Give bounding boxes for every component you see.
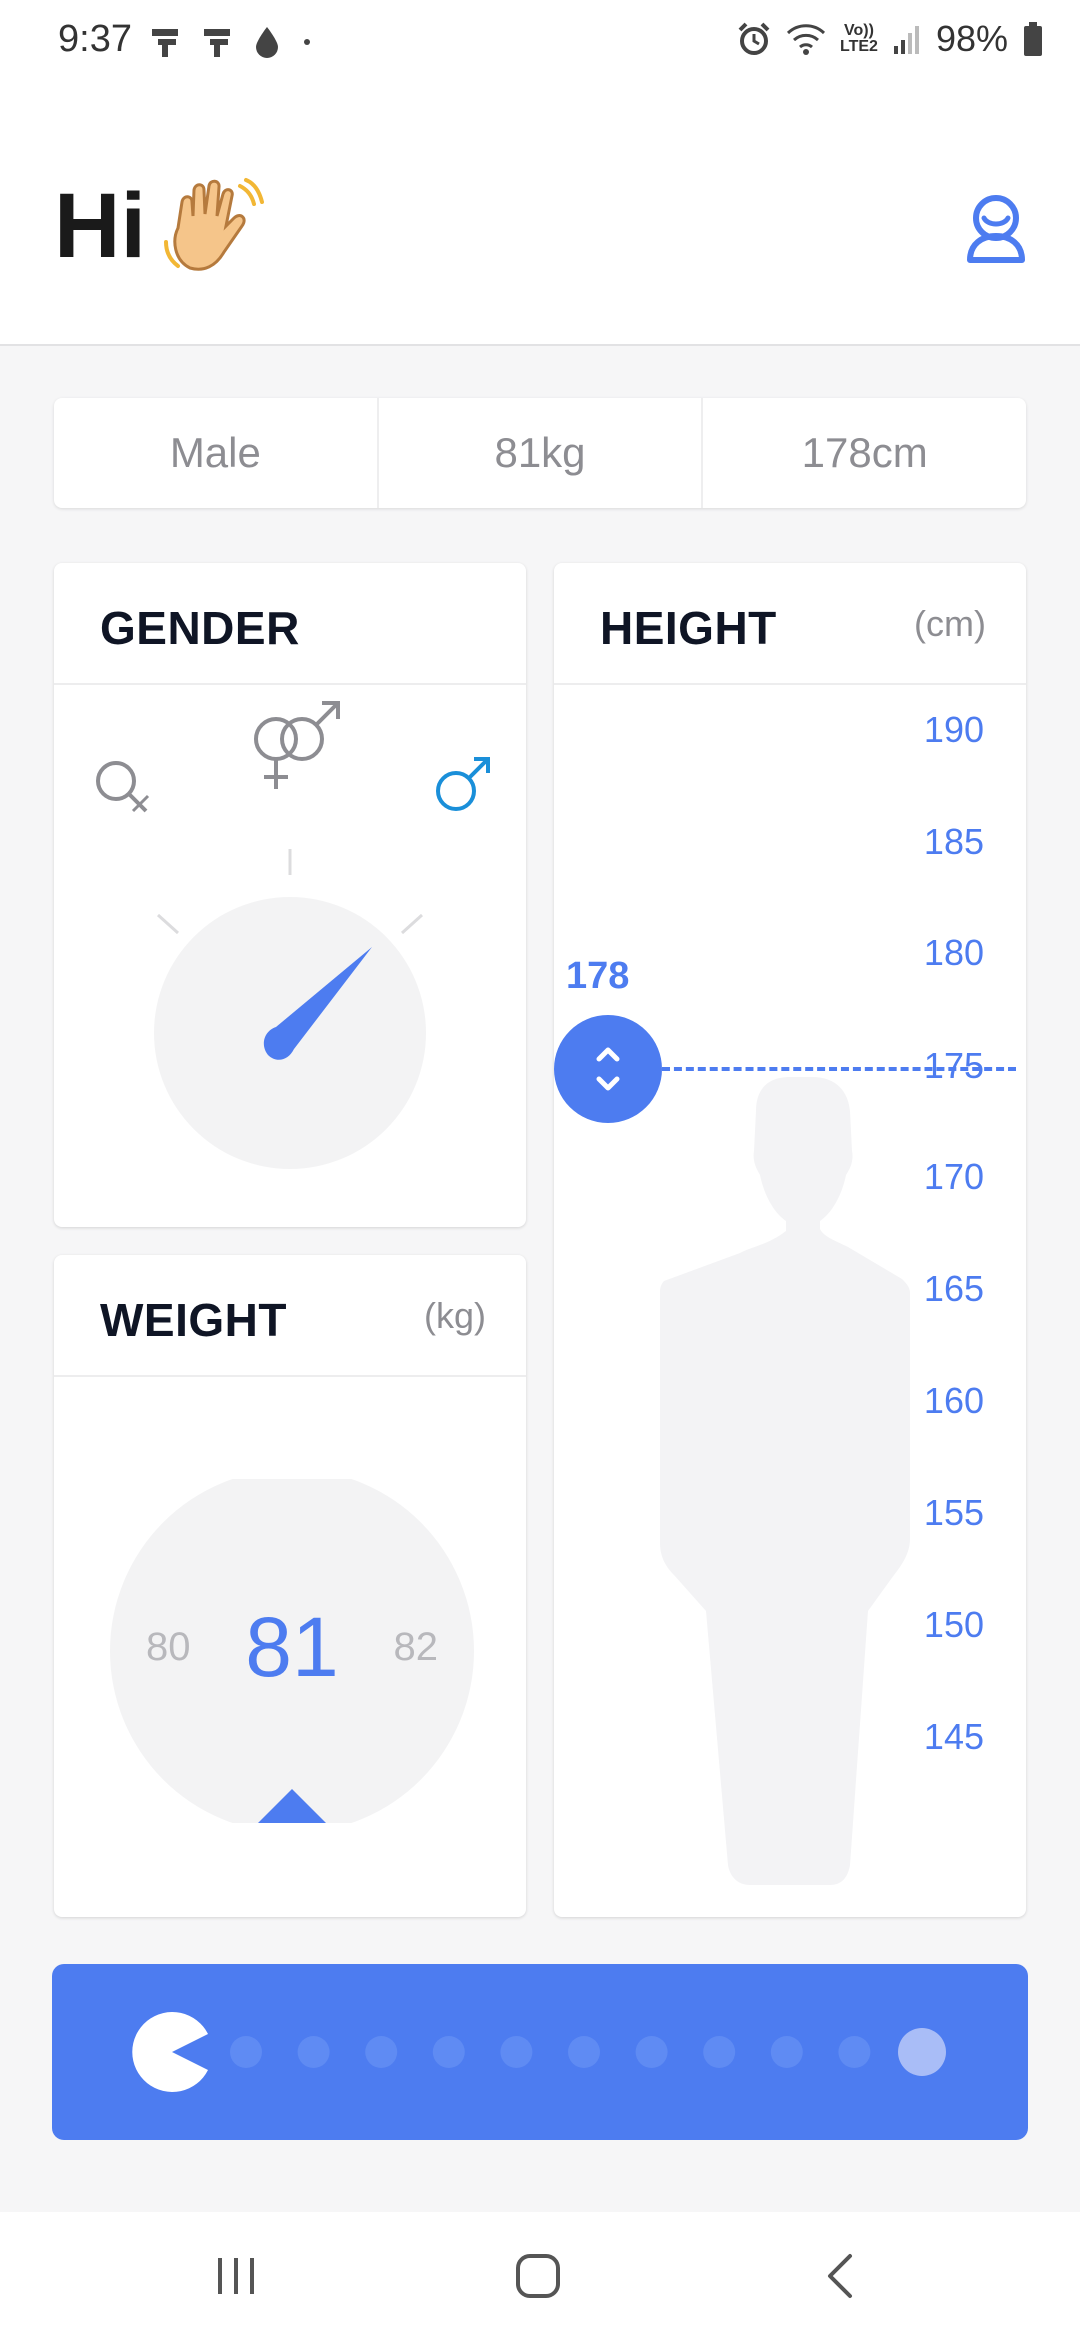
waving-hand-icon (164, 178, 264, 271)
height-scale-label: 160 (923, 1380, 984, 1421)
signal-icon (893, 26, 919, 54)
user-profile-icon[interactable] (964, 192, 1028, 264)
progress-dot (297, 2036, 330, 2068)
progress-dot (568, 2036, 600, 2068)
chevron-up-down-icon (596, 1047, 620, 1091)
height-scale-label: 165 (923, 1268, 984, 1309)
tick-female (156, 913, 180, 935)
status-time: 9:37 (58, 18, 132, 60)
height-scale-label: 170 (923, 1156, 984, 1197)
progress-dot (635, 2036, 668, 2068)
weight-next-value[interactable]: 82 (394, 1625, 439, 1670)
gender-card-title: GENDER (100, 602, 300, 654)
notification-app-icon (204, 29, 230, 57)
progress-next-button[interactable] (52, 1964, 1028, 2140)
height-scale-label: 175 (923, 1045, 984, 1086)
notification-icons (150, 20, 312, 64)
height-scale-label: 180 (923, 932, 984, 973)
gender-card: GENDER (54, 563, 526, 1227)
recent-apps-icon[interactable] (206, 2246, 266, 2306)
weight-unit: (kg) (424, 1295, 486, 1336)
weight-card-title: WEIGHT (100, 1294, 287, 1346)
system-nav-bar (0, 2212, 1080, 2340)
other-gender-option-icon[interactable] (254, 701, 340, 789)
body-silhouette-icon (660, 1077, 910, 1885)
height-indicator-line (662, 1067, 1016, 1071)
status-right: Vo)) LTE2 98% (736, 18, 1044, 60)
status-bar: 9:37 Vo)) LTE2 98% (0, 0, 1080, 84)
height-scale-label: 145 (923, 1716, 984, 1757)
gender-card-header: GENDER (54, 563, 526, 685)
weight-card-header: WEIGHT (kg) (54, 1255, 526, 1377)
progress-dot (703, 2036, 736, 2068)
home-icon[interactable] (508, 2246, 568, 2306)
lte-label: LTE2 (840, 38, 878, 55)
progress-dot (770, 2036, 803, 2068)
height-card: HEIGHT (cm) 190 185 180 175 170 165 160 … (554, 563, 1026, 1917)
progress-dot (838, 2036, 871, 2068)
battery-percent: 98% (935, 18, 1008, 59)
back-icon[interactable] (812, 2246, 872, 2306)
female-option-icon[interactable] (96, 761, 150, 813)
app-header: Hi (0, 84, 1080, 346)
height-scale-label: 185 (923, 821, 984, 862)
profile-summary-bar: Male 81kg 178cm (54, 398, 1026, 508)
male-option-icon[interactable] (436, 757, 490, 811)
notification-app-icon (152, 29, 178, 57)
progress-dots (230, 2028, 946, 2076)
progress-dot (365, 2036, 398, 2068)
dot-icon (304, 39, 310, 45)
summary-weight[interactable]: 81kg (379, 398, 704, 508)
alarm-icon (738, 22, 770, 55)
height-drag-handle[interactable] (554, 1015, 662, 1123)
battery-icon (1024, 22, 1042, 56)
tick-male (400, 913, 424, 935)
height-current-value: 178 (566, 955, 630, 997)
lte-indicator: Vo)) LTE2 (840, 23, 878, 55)
progress-dot (432, 2036, 465, 2068)
progress-dot (500, 2036, 533, 2068)
height-scale-label: 190 (923, 709, 984, 750)
height-scale-label: 155 (923, 1492, 984, 1533)
volte-label: Vo)) (844, 22, 874, 39)
gender-dial[interactable] (54, 685, 526, 1227)
height-scale-label: 150 (923, 1604, 984, 1645)
summary-gender[interactable]: Male (54, 398, 379, 508)
progress-goal-dot (898, 2028, 946, 2076)
weight-selector[interactable]: 80 81 82 (110, 1479, 474, 1823)
weight-pointer-icon (258, 1789, 326, 1823)
water-drop-icon (256, 27, 278, 58)
wifi-icon (786, 24, 826, 55)
app-screen: 9:37 Vo)) LTE2 98% Hi Male 81kg 178cm GE… (0, 0, 1080, 2340)
summary-height[interactable]: 178cm (703, 398, 1026, 508)
progress-dot (230, 2036, 262, 2068)
weight-card: WEIGHT (kg) 80 81 82 (54, 1255, 526, 1917)
greeting-title: Hi (54, 175, 146, 277)
